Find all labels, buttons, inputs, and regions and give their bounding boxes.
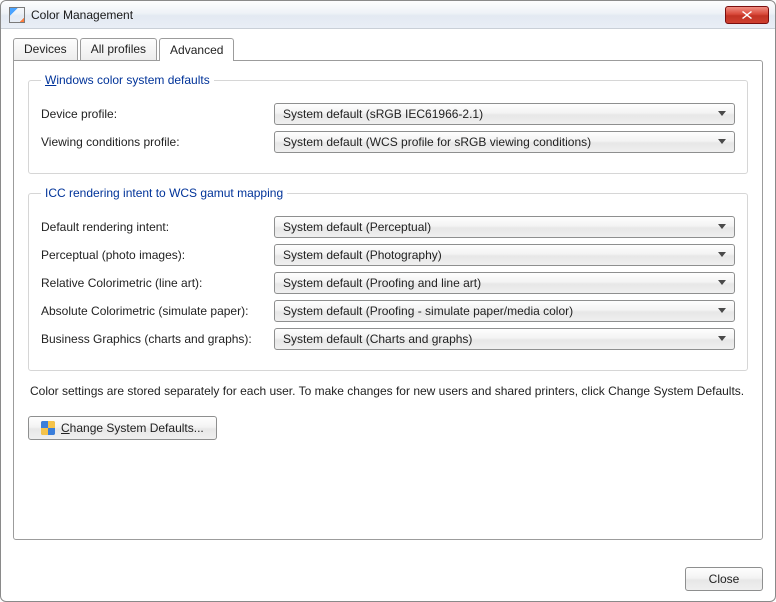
tabstrip: Devices All profiles Advanced xyxy=(13,37,763,60)
label-absolute-colorimetric: Absolute Colorimetric (simulate paper): xyxy=(41,304,266,318)
combo-perceptual-value: System default (Photography) xyxy=(283,248,714,262)
change-system-defaults-label: Change System Defaults... xyxy=(61,421,204,435)
color-management-window: Color Management Devices All profiles Ad… xyxy=(0,0,776,602)
tab-panel-advanced: Windows color system defaults Device pro… xyxy=(13,60,763,540)
row-device-profile: Device profile: System default (sRGB IEC… xyxy=(41,103,735,125)
combo-relative-colorimetric[interactable]: System default (Proofing and line art) xyxy=(274,272,735,294)
row-relative-colorimetric: Relative Colorimetric (line art): System… xyxy=(41,272,735,294)
tab-devices[interactable]: Devices xyxy=(13,38,78,60)
combo-viewing-conditions-value: System default (WCS profile for sRGB vie… xyxy=(283,135,714,149)
row-viewing-conditions: Viewing conditions profile: System defau… xyxy=(41,131,735,153)
shield-icon xyxy=(41,421,55,435)
label-perceptual: Perceptual (photo images): xyxy=(41,248,266,262)
chevron-down-icon xyxy=(714,308,730,314)
titlebar: Color Management xyxy=(1,1,775,29)
label-business-graphics: Business Graphics (charts and graphs): xyxy=(41,332,266,346)
combo-viewing-conditions[interactable]: System default (WCS profile for sRGB vie… xyxy=(274,131,735,153)
combo-relative-colorimetric-value: System default (Proofing and line art) xyxy=(283,276,714,290)
group-windows-color-system-defaults: Windows color system defaults Device pro… xyxy=(28,73,748,174)
combo-perceptual[interactable]: System default (Photography) xyxy=(274,244,735,266)
change-system-defaults-button[interactable]: Change System Defaults... xyxy=(28,416,217,440)
label-default-intent: Default rendering intent: xyxy=(41,220,266,234)
label-viewing-conditions: Viewing conditions profile: xyxy=(41,135,266,149)
close-button[interactable]: Close xyxy=(685,567,763,591)
combo-default-intent-value: System default (Perceptual) xyxy=(283,220,714,234)
window-close-button[interactable] xyxy=(725,6,769,24)
combo-default-intent[interactable]: System default (Perceptual) xyxy=(274,216,735,238)
row-absolute-colorimetric: Absolute Colorimetric (simulate paper): … xyxy=(41,300,735,322)
row-default-intent: Default rendering intent: System default… xyxy=(41,216,735,238)
chevron-down-icon xyxy=(714,111,730,117)
chevron-down-icon xyxy=(714,280,730,286)
group-icc-rendering-intent: ICC rendering intent to WCS gamut mappin… xyxy=(28,186,748,371)
combo-business-graphics-value: System default (Charts and graphs) xyxy=(283,332,714,346)
chevron-down-icon xyxy=(714,139,730,145)
combo-device-profile[interactable]: System default (sRGB IEC61966-2.1) xyxy=(274,103,735,125)
chevron-down-icon xyxy=(714,224,730,230)
window-title: Color Management xyxy=(31,8,133,22)
combo-business-graphics[interactable]: System default (Charts and graphs) xyxy=(274,328,735,350)
group-legend-wcsd: Windows color system defaults xyxy=(41,73,214,87)
client-area: Devices All profiles Advanced Windows co… xyxy=(1,29,775,601)
chevron-down-icon xyxy=(714,252,730,258)
close-icon xyxy=(742,11,752,19)
tab-advanced[interactable]: Advanced xyxy=(159,38,234,61)
combo-absolute-colorimetric-value: System default (Proofing - simulate pape… xyxy=(283,304,714,318)
chevron-down-icon xyxy=(714,336,730,342)
combo-absolute-colorimetric[interactable]: System default (Proofing - simulate pape… xyxy=(274,300,735,322)
label-device-profile: Device profile: xyxy=(41,107,266,121)
group-legend-icc: ICC rendering intent to WCS gamut mappin… xyxy=(41,186,287,200)
tab-all-profiles[interactable]: All profiles xyxy=(80,38,157,60)
app-icon xyxy=(9,7,25,23)
dialog-footer: Close xyxy=(685,567,763,591)
note-text: Color settings are stored separately for… xyxy=(30,383,746,400)
row-business-graphics: Business Graphics (charts and graphs): S… xyxy=(41,328,735,350)
combo-device-profile-value: System default (sRGB IEC61966-2.1) xyxy=(283,107,714,121)
row-perceptual: Perceptual (photo images): System defaul… xyxy=(41,244,735,266)
label-relative-colorimetric: Relative Colorimetric (line art): xyxy=(41,276,266,290)
